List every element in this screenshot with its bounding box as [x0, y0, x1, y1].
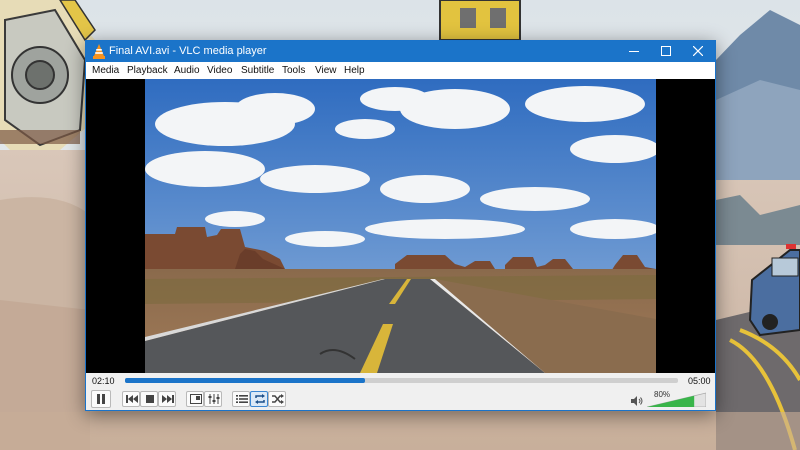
previous-icon [126, 395, 138, 403]
next-icon [162, 395, 174, 403]
pause-button[interactable] [91, 390, 111, 408]
menu-audio[interactable]: Audio [174, 65, 200, 76]
wallpaper-machine-top [439, 0, 521, 41]
stop-button[interactable] [140, 391, 158, 407]
vlc-cone-icon [93, 44, 105, 59]
loop-icon [255, 394, 265, 404]
playlist-button[interactable] [232, 391, 250, 407]
menu-video[interactable]: Video [207, 65, 232, 76]
loop-button[interactable] [250, 391, 268, 407]
window-title: Final AVI.avi - VLC media player [109, 45, 267, 57]
menu-subtitle[interactable]: Subtitle [241, 65, 274, 76]
maximize-button[interactable] [649, 41, 683, 62]
vlc-window: Final AVI.avi - VLC media player Media P… [85, 40, 716, 411]
video-display[interactable] [86, 79, 715, 373]
menu-playback[interactable]: Playback [127, 65, 168, 76]
previous-button[interactable] [122, 391, 140, 407]
pause-icon [97, 394, 105, 404]
volume-slider[interactable] [647, 391, 706, 407]
seek-bar-progress [125, 378, 365, 383]
close-icon [693, 46, 703, 56]
next-button[interactable] [158, 391, 176, 407]
elapsed-time: 02:10 [92, 376, 115, 386]
menu-bar: Media Playback Audio Video Subtitle Tool… [86, 62, 715, 79]
menu-view[interactable]: View [315, 65, 337, 76]
total-time[interactable]: 05:00 [688, 376, 711, 386]
stop-icon [146, 395, 154, 403]
seek-bar[interactable] [125, 378, 678, 383]
random-icon [272, 394, 284, 404]
fullscreen-icon [190, 394, 202, 404]
random-button[interactable] [268, 391, 286, 407]
control-bar: 02:10 05:00 80% [86, 373, 715, 410]
fullscreen-button[interactable] [186, 391, 204, 407]
menu-tools[interactable]: Tools [282, 65, 305, 76]
title-bar[interactable]: Final AVI.avi - VLC media player [86, 41, 715, 62]
video-frame [145, 79, 656, 373]
playlist-icon [236, 395, 248, 403]
minimize-icon [629, 51, 639, 52]
maximize-icon [661, 46, 671, 56]
speaker-icon[interactable] [631, 396, 643, 406]
menu-media[interactable]: Media [92, 65, 119, 76]
extended-settings-icon [208, 394, 220, 404]
minimize-button[interactable] [617, 41, 651, 62]
menu-help[interactable]: Help [344, 65, 365, 76]
wallpaper-robot [0, 0, 96, 150]
extended-settings-button[interactable] [204, 391, 222, 407]
close-button[interactable] [681, 41, 715, 62]
